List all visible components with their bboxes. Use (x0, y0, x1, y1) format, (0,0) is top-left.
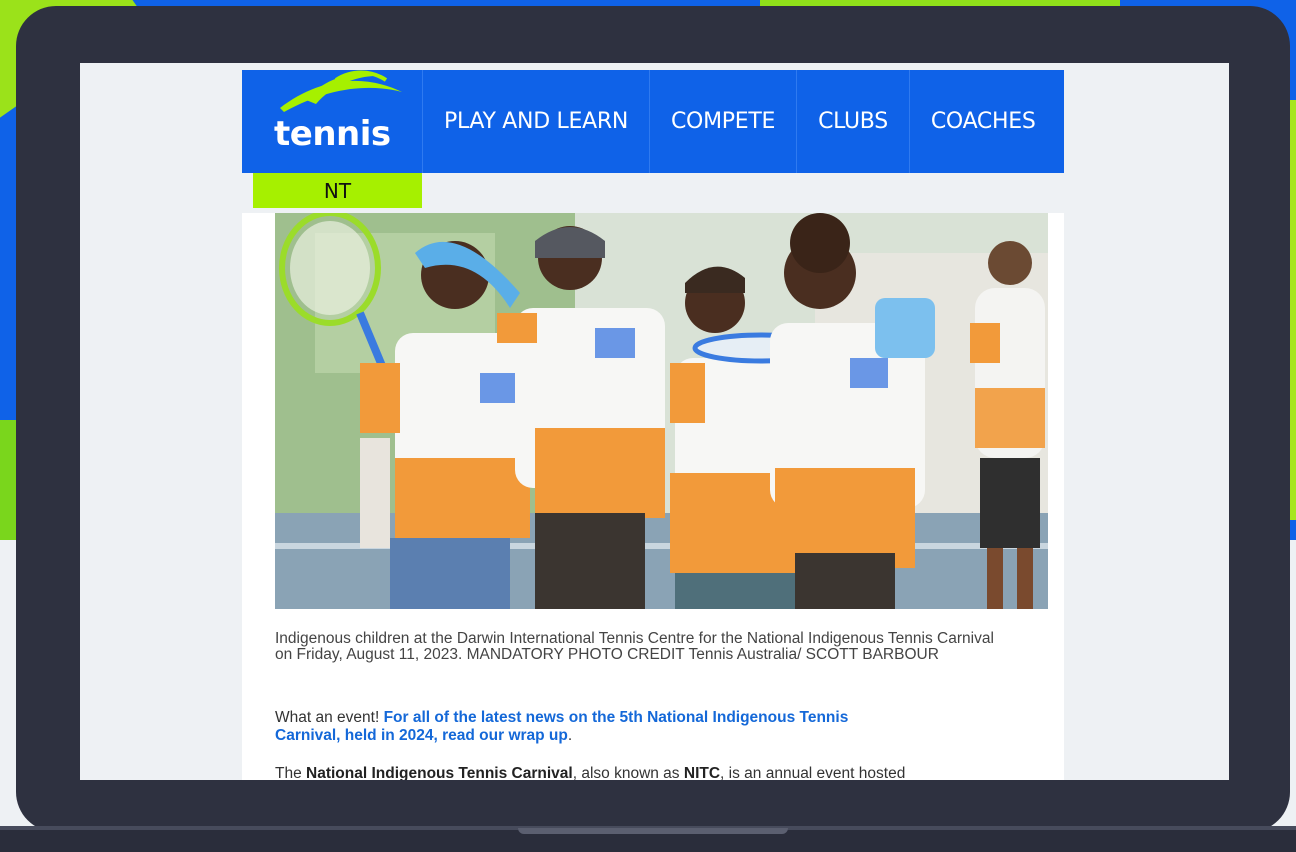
hero-photo (275, 213, 1048, 609)
nav-clubs[interactable]: CLUBS (796, 70, 909, 173)
tennis-swoosh-icon (280, 70, 402, 112)
photo-caption: Indigenous children at the Darwin Intern… (275, 630, 994, 663)
nav-play-and-learn[interactable]: PLAY AND LEARN (422, 70, 649, 173)
main-nav: PLAY AND LEARN COMPETE CLUBS COACHES (422, 70, 1057, 173)
nav-coaches[interactable]: COACHES (908, 70, 1057, 173)
body-bold-acronym: NITC (683, 765, 721, 780)
article-content: Indigenous children at the Darwin Intern… (242, 213, 1064, 780)
body-paragraph: The National Indigenous Tennis Carnival,… (275, 765, 1015, 780)
laptop-notch (518, 828, 788, 834)
site-header: tennis PLAY AND LEARN COMPETE CLUBS COAC… (242, 70, 1064, 208)
body-text-start: The (275, 765, 307, 780)
body-text-mid: , also known as (572, 765, 684, 780)
intro-end: . (567, 727, 573, 744)
intro-paragraph: What an event! For all of the latest new… (275, 709, 915, 745)
nav-compete[interactable]: COMPETE (649, 70, 796, 173)
photo-illustration (275, 213, 1048, 609)
tennis-logo[interactable]: tennis (242, 70, 422, 173)
logo-text: tennis (274, 114, 391, 154)
intro-text: What an event! (275, 709, 384, 726)
laptop-screen: tennis PLAY AND LEARN COMPETE CLUBS COAC… (80, 63, 1229, 780)
region-badge: NT (253, 173, 422, 208)
body-text-end: , is an annual event hosted (720, 765, 906, 780)
body-bold-event: National Indigenous Tennis Carnival (306, 765, 573, 780)
website: tennis PLAY AND LEARN COMPETE CLUBS COAC… (242, 70, 1064, 780)
